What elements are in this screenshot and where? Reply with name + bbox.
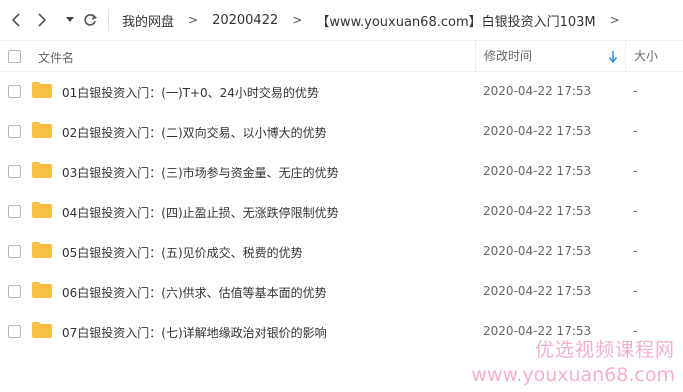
breadcrumb-separator: >	[292, 13, 303, 27]
column-header-name[interactable]: 文件名	[38, 49, 74, 66]
table-row[interactable]: 04白银投资入门：(四)止盈止损、无涨跌停限制优势 2020-04-22 17:…	[0, 192, 683, 232]
folder-icon	[32, 202, 52, 218]
row-checkbox[interactable]	[8, 285, 21, 298]
file-size: -	[633, 124, 638, 138]
row-checkbox[interactable]	[8, 205, 21, 218]
folder-icon	[32, 242, 52, 258]
table-row[interactable]: 01白银投资入门：(一)T+0、24小时交易的优势 2020-04-22 17:…	[0, 72, 683, 112]
table-row[interactable]: 07白银投资入门：(七)详解地缘政治对银价的影响 2020-04-22 17:5…	[0, 312, 683, 352]
forward-button[interactable]	[32, 10, 52, 30]
table-row[interactable]: 03白银投资入门：(三)市场参与资金量、无庄的优势 2020-04-22 17:…	[0, 152, 683, 192]
table-row[interactable]: 05白银投资入门：(五)见价成交、税费的优势 2020-04-22 17:53 …	[0, 232, 683, 272]
table-row[interactable]: 02白银投资入门：(二)双向交易、以小博大的优势 2020-04-22 17:5…	[0, 112, 683, 152]
row-checkbox[interactable]	[8, 165, 21, 178]
file-size: -	[633, 244, 638, 258]
toolbar-divider	[108, 9, 109, 31]
breadcrumb: 我的网盘 > 20200422 > 【www.youxuan68.com】白银投…	[122, 0, 634, 40]
file-modified: 2020-04-22 17:53	[483, 284, 592, 298]
folder-icon	[32, 122, 52, 138]
file-name[interactable]: 01白银投资入门：(一)T+0、24小时交易的优势	[62, 84, 319, 101]
file-modified: 2020-04-22 17:53	[483, 244, 592, 258]
file-modified: 2020-04-22 17:53	[483, 324, 592, 338]
select-all-checkbox[interactable]	[8, 50, 21, 63]
file-size: -	[633, 164, 638, 178]
back-button[interactable]	[6, 10, 26, 30]
file-name[interactable]: 02白银投资入门：(二)双向交易、以小博大的优势	[62, 124, 327, 141]
arrow-down-icon[interactable]	[609, 51, 617, 63]
breadcrumb-item-date-folder[interactable]: 20200422	[212, 13, 278, 28]
file-size: -	[633, 84, 638, 98]
column-header-size[interactable]: 大小	[625, 41, 683, 71]
caret-down-icon	[66, 17, 74, 22]
refresh-icon	[84, 13, 97, 26]
row-checkbox[interactable]	[8, 125, 21, 138]
row-checkbox[interactable]	[8, 325, 21, 338]
row-checkbox[interactable]	[8, 245, 21, 258]
breadcrumb-separator: >	[609, 13, 620, 27]
toolbar: 我的网盘 > 20200422 > 【www.youxuan68.com】白银投…	[0, 0, 683, 40]
folder-icon	[32, 82, 52, 98]
chevron-left-icon	[11, 13, 20, 27]
breadcrumb-separator: >	[188, 13, 199, 27]
column-header-modified[interactable]: 修改时间	[475, 41, 625, 71]
table-row[interactable]: 06白银投资入门：(六)供求、估值等基本面的优势 2020-04-22 17:5…	[0, 272, 683, 312]
history-dropdown-button[interactable]	[60, 10, 80, 30]
folder-icon	[32, 162, 52, 178]
file-name[interactable]: 07白银投资入门：(七)详解地缘政治对银价的影响	[62, 324, 327, 341]
refresh-button[interactable]	[80, 10, 100, 30]
file-list-header: 文件名 修改时间 大小	[0, 40, 683, 72]
breadcrumb-item-current-folder[interactable]: 【www.youxuan68.com】白银投资入门103M	[316, 11, 595, 30]
file-name[interactable]: 03白银投资入门：(三)市场参与资金量、无庄的优势	[62, 164, 339, 181]
file-modified: 2020-04-22 17:53	[483, 124, 592, 138]
file-modified: 2020-04-22 17:53	[483, 204, 592, 218]
file-name[interactable]: 06白银投资入门：(六)供求、估值等基本面的优势	[62, 284, 327, 301]
file-modified: 2020-04-22 17:53	[483, 84, 592, 98]
file-name[interactable]: 04白银投资入门：(四)止盈止损、无涨跌停限制优势	[62, 204, 339, 221]
file-size: -	[633, 204, 638, 218]
row-checkbox[interactable]	[8, 85, 21, 98]
watermark-url: www.youxuan68.com	[471, 364, 675, 386]
chevron-right-icon	[38, 13, 47, 27]
file-modified: 2020-04-22 17:53	[483, 164, 592, 178]
file-name[interactable]: 05白银投资入门：(五)见价成交、税费的优势	[62, 244, 303, 261]
folder-icon	[32, 322, 52, 338]
folder-icon	[32, 282, 52, 298]
breadcrumb-item-root[interactable]: 我的网盘	[122, 11, 174, 30]
file-size: -	[633, 284, 638, 298]
file-size: -	[633, 324, 638, 338]
